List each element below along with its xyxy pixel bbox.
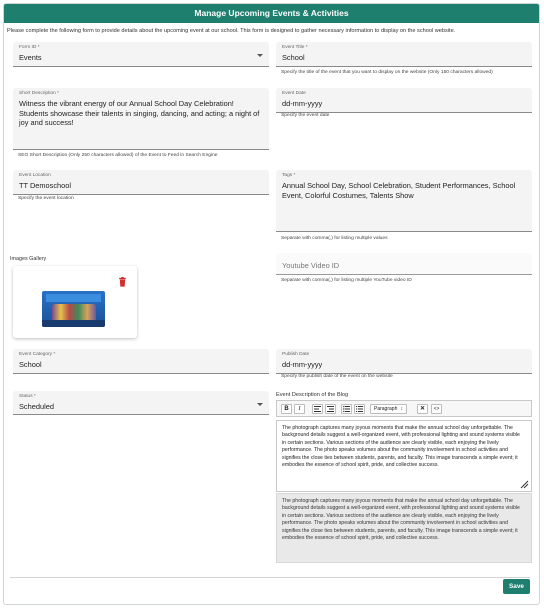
event-title-label: Event Title *	[282, 45, 308, 50]
form-id-value: Events	[19, 53, 42, 62]
event-date-label: Event Date	[282, 91, 306, 96]
intro-text: Please complete the following form to pr…	[7, 28, 456, 34]
blog-editor-label: Event Description of the Blog	[276, 392, 349, 398]
event-location-value: TT Demoschool	[19, 181, 72, 190]
event-title-value: School	[282, 53, 305, 62]
tags-value: Annual School Day, School Celebration, S…	[282, 181, 516, 200]
youtube-help: Separate with comma(,) for listing multi…	[281, 278, 412, 283]
page-title: Manage Upcoming Events & Activities	[4, 4, 539, 23]
short-description-field[interactable]: Short Description * Witness the vibrant …	[13, 88, 269, 150]
blog-editor-text: The photograph captures many joyous mome…	[282, 425, 520, 469]
event-location-label: Event Location	[19, 173, 51, 178]
source-code-button[interactable]: <>	[431, 404, 442, 414]
tags-label: Tags *	[282, 173, 296, 178]
italic-button[interactable]: I	[294, 404, 305, 414]
chevron-down-icon	[257, 403, 263, 406]
thumbnail-people	[52, 304, 96, 320]
resize-handle-icon[interactable]	[520, 480, 529, 489]
event-date-help: Specify the event date	[281, 113, 330, 118]
short-description-value: Witness the vibrant energy of our Annual…	[19, 99, 260, 128]
status-label: Status *	[19, 394, 36, 399]
paragraph-format-select[interactable]: Paragraph ↕	[370, 404, 407, 414]
form-id-label: Form ID *	[19, 45, 40, 50]
status-value: Scheduled	[19, 402, 54, 411]
thumbnail-floor	[42, 320, 105, 327]
status-select[interactable]: Status * Scheduled	[13, 391, 269, 415]
publish-date-field[interactable]: Publish Date dd-mm-yyyy	[276, 349, 532, 374]
event-category-field[interactable]: Event Category * School	[13, 349, 269, 374]
chevron-down-icon: ↕	[400, 406, 404, 412]
tags-field[interactable]: Tags * Annual School Day, School Celebra…	[276, 170, 532, 232]
event-category-value: School	[19, 360, 42, 369]
thumbnail-banner	[46, 294, 101, 302]
blog-preview: The photograph captures many joyous mome…	[276, 493, 532, 563]
gallery-label: Images Gallery	[10, 256, 47, 262]
remove-format-icon[interactable]: ✕	[417, 404, 428, 414]
form-id-select[interactable]: Form ID * Events	[13, 42, 269, 67]
event-location-help: Specify the event location	[18, 196, 74, 201]
youtube-video-id-field[interactable]: Youtube Video ID	[276, 253, 532, 275]
publish-date-label: Publish Date	[282, 352, 310, 357]
blog-editor-textarea[interactable]: The photograph captures many joyous mome…	[276, 420, 532, 492]
paragraph-format-label: Paragraph	[374, 406, 398, 412]
trash-icon[interactable]	[118, 277, 127, 287]
event-location-field[interactable]: Event Location TT Demoschool	[13, 170, 269, 195]
editor-toolbar: B I Paragraph ↕ ✕ <>	[276, 400, 532, 417]
bold-button[interactable]: B	[281, 404, 292, 414]
event-title-help: Specify the title of the event that you …	[281, 70, 493, 75]
blog-preview-text: The photograph captures many joyous mome…	[282, 498, 520, 542]
event-title-field[interactable]: Event Title * School	[276, 42, 532, 67]
tags-help: Separate with comma(,) for listing multi…	[281, 236, 388, 241]
divider	[10, 577, 530, 578]
align-right-icon[interactable]	[325, 404, 336, 414]
short-description-help: SEO Short Description (Only 250 characte…	[18, 153, 218, 158]
event-date-field[interactable]: Event Date dd-mm-yyyy	[276, 88, 532, 113]
publish-date-help: Specify the publish date of the event on…	[281, 374, 393, 379]
bullet-list-icon[interactable]	[341, 404, 352, 414]
publish-date-value: dd-mm-yyyy	[282, 360, 323, 369]
numbered-list-icon[interactable]	[354, 404, 365, 414]
save-button[interactable]: Save	[503, 579, 530, 594]
chevron-down-icon	[257, 54, 263, 57]
event-date-value: dd-mm-yyyy	[282, 99, 323, 108]
gallery-image-card	[13, 266, 137, 338]
youtube-video-id-placeholder: Youtube Video ID	[282, 261, 340, 270]
short-description-label: Short Description *	[19, 91, 59, 96]
event-photo-thumbnail[interactable]	[42, 291, 105, 327]
align-left-icon[interactable]	[312, 404, 323, 414]
event-category-label: Event Category *	[19, 352, 56, 357]
